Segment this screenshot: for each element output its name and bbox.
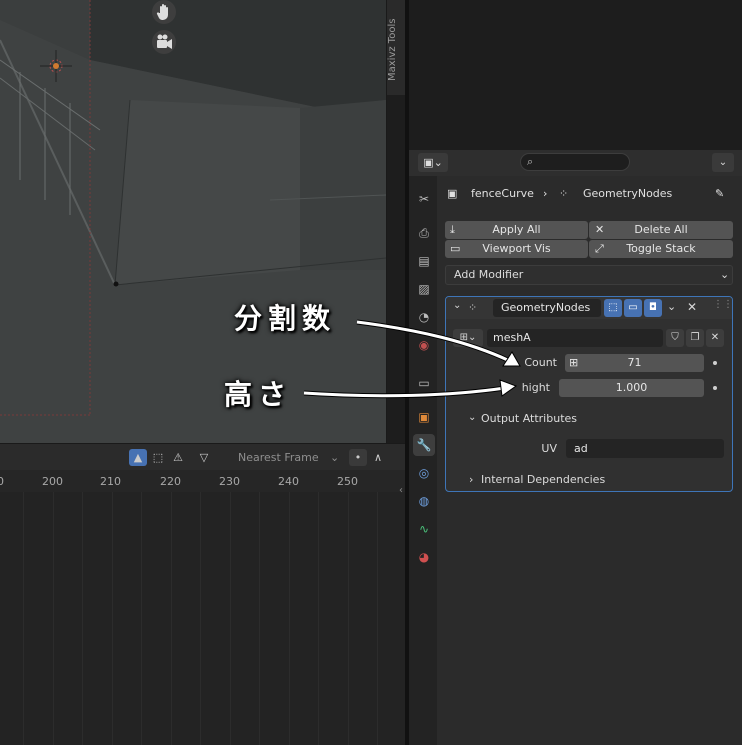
- annotation-height: 高さ: [224, 378, 293, 411]
- annotation-divisions: 分割数: [234, 302, 337, 335]
- annotation-arrows: [303, 319, 521, 399]
